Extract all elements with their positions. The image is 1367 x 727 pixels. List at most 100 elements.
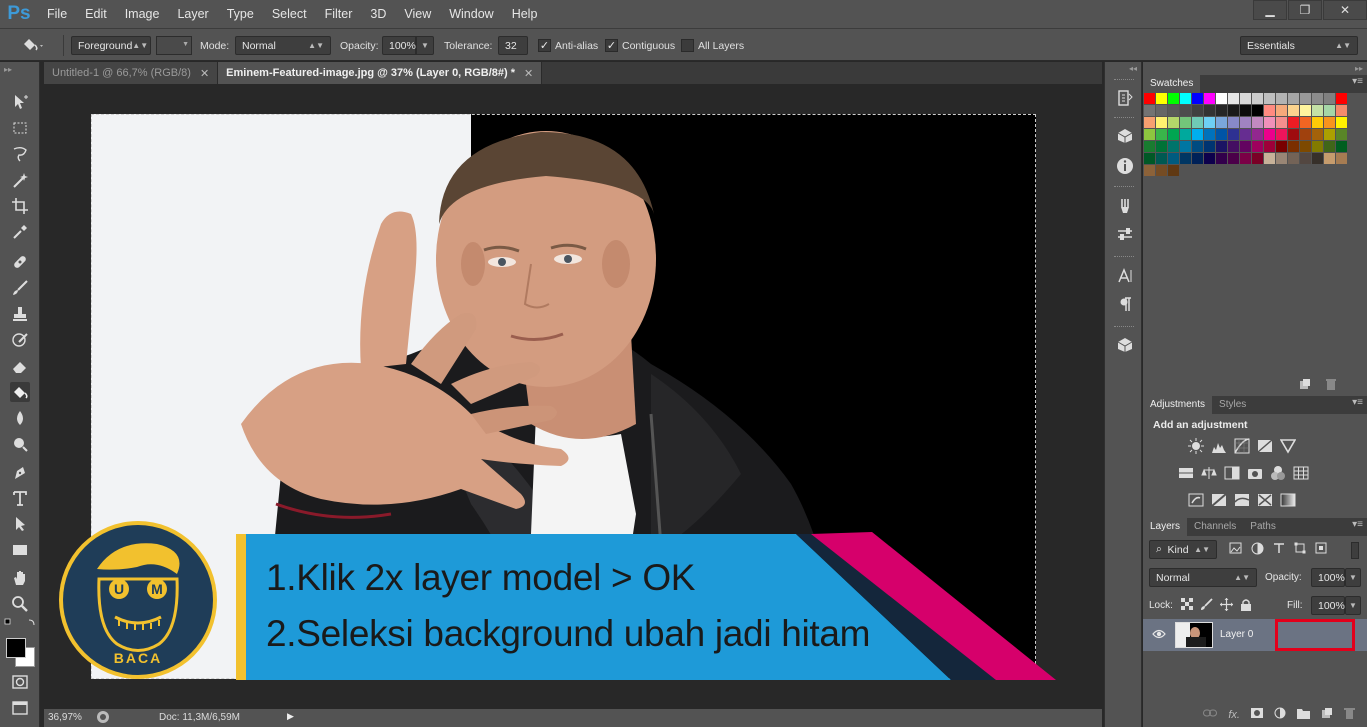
color-swatch[interactable] — [1312, 105, 1323, 116]
color-swatch[interactable] — [1252, 117, 1263, 128]
character-panel-icon[interactable] — [1115, 266, 1135, 286]
fill-input[interactable]: 100% — [1311, 596, 1345, 615]
color-swatch[interactable] — [1204, 105, 1215, 116]
contiguous-checkbox[interactable]: ✓ Contiguous — [605, 36, 675, 55]
color-swatch[interactable] — [1288, 93, 1299, 104]
color-swatch[interactable] — [1204, 129, 1215, 140]
color-swatch[interactable] — [1264, 129, 1275, 140]
color-swatch[interactable] — [1228, 141, 1239, 152]
exposure-icon[interactable] — [1256, 437, 1273, 454]
tolerance-input[interactable]: 32 — [498, 36, 528, 55]
color-swatch[interactable] — [1156, 141, 1167, 152]
color-lookup-icon[interactable] — [1292, 464, 1309, 481]
link-layers-icon[interactable] — [1203, 708, 1218, 721]
layer-filter-kind-select[interactable]: ⌕ Kind ▲▼ — [1149, 540, 1217, 559]
status-menu-arrow-icon[interactable]: ▶ — [287, 711, 294, 722]
info-panel-icon[interactable] — [1115, 156, 1135, 176]
color-swatch[interactable] — [1180, 153, 1191, 164]
restore-button[interactable]: ❐ — [1288, 0, 1322, 20]
dodge-tool-icon[interactable] — [10, 434, 30, 454]
color-swatch[interactable] — [1324, 153, 1335, 164]
lasso-tool-icon[interactable] — [10, 144, 30, 164]
pattern-picker[interactable]: ▼ — [156, 36, 192, 55]
tab-layers[interactable]: Layers — [1143, 518, 1188, 536]
color-swatch[interactable] — [1216, 93, 1227, 104]
lock-all-icon[interactable] — [1240, 598, 1252, 614]
tab-swatches[interactable]: Swatches — [1143, 75, 1201, 93]
filter-toggle[interactable] — [1351, 542, 1359, 559]
smart-object-filter-icon[interactable] — [1315, 542, 1327, 557]
color-swatch[interactable] — [1324, 141, 1335, 152]
color-swatch[interactable] — [1144, 141, 1155, 152]
color-swatch[interactable] — [1324, 93, 1335, 104]
color-swatch[interactable] — [1336, 105, 1347, 116]
color-swatch[interactable] — [1168, 165, 1179, 176]
color-swatch[interactable] — [1144, 105, 1155, 116]
color-swatch[interactable] — [1336, 93, 1347, 104]
magic-wand-tool-icon[interactable] — [10, 170, 30, 190]
panel-menu-icon[interactable]: ▾≡ — [1352, 397, 1363, 408]
history-panel-icon[interactable] — [1115, 88, 1135, 108]
zoom-level[interactable]: 36,97% — [48, 712, 82, 723]
vibrance-icon[interactable] — [1279, 437, 1296, 454]
color-swatch[interactable] — [1288, 105, 1299, 116]
tab-channels[interactable]: Channels — [1187, 518, 1243, 536]
color-swatch[interactable] — [1144, 93, 1155, 104]
color-swatch[interactable] — [1192, 153, 1203, 164]
color-swatch[interactable] — [1288, 153, 1299, 164]
adjustment-layer-filter-icon[interactable] — [1251, 542, 1264, 558]
photo-filter-icon[interactable] — [1246, 464, 1263, 481]
color-swatch[interactable] — [1276, 153, 1287, 164]
close-window-button[interactable]: ✕ — [1323, 0, 1367, 20]
blur-tool-icon[interactable] — [10, 408, 30, 428]
color-swatch[interactable] — [1300, 105, 1311, 116]
color-swatch[interactable] — [1156, 165, 1167, 176]
panel-menu-icon[interactable]: ▾≡ — [1352, 76, 1363, 87]
invert-icon[interactable] — [1187, 491, 1204, 508]
menu-window[interactable]: Window — [440, 0, 502, 28]
menu-file[interactable]: File — [38, 0, 76, 28]
paragraph-panel-icon[interactable] — [1115, 294, 1135, 314]
hand-tool-icon[interactable] — [10, 568, 30, 588]
color-swatch[interactable] — [1288, 129, 1299, 140]
menu-layer[interactable]: Layer — [168, 0, 217, 28]
menu-type[interactable]: Type — [218, 0, 263, 28]
collapse-arrows-icon[interactable]: ▸▸ — [1355, 64, 1363, 73]
workspace-select[interactable]: Essentials ▲▼ — [1240, 36, 1358, 55]
color-swatch[interactable] — [1156, 105, 1167, 116]
color-swatch[interactable] — [1204, 93, 1215, 104]
color-swatch[interactable] — [1228, 93, 1239, 104]
fill-source-select[interactable]: Foreground ▲▼ — [71, 36, 151, 55]
3d-panel-icon[interactable] — [1115, 126, 1135, 146]
color-swatch[interactable] — [1180, 117, 1191, 128]
opacity-input[interactable]: 100% — [382, 36, 416, 55]
mode-select[interactable]: Normal ▲▼ — [235, 36, 331, 55]
screen-mode-icon[interactable] — [10, 698, 30, 718]
color-swatch[interactable] — [1228, 117, 1239, 128]
pixel-layer-filter-icon[interactable] — [1229, 542, 1242, 557]
color-swatch[interactable] — [1252, 105, 1263, 116]
color-swatch[interactable] — [1204, 153, 1215, 164]
color-swatch[interactable] — [1180, 105, 1191, 116]
color-balance-icon[interactable] — [1200, 464, 1217, 481]
color-swatch[interactable] — [1192, 141, 1203, 152]
pen-tool-icon[interactable] — [10, 462, 30, 482]
3d-materials-icon[interactable] — [1115, 335, 1135, 355]
swap-colors-icon[interactable] — [3, 618, 37, 628]
collapse-arrows-icon[interactable]: ▸▸ — [4, 65, 12, 74]
healing-brush-tool-icon[interactable] — [10, 252, 30, 272]
blend-mode-select[interactable]: Normal ▲▼ — [1149, 568, 1257, 587]
new-layer-icon[interactable] — [1321, 707, 1333, 722]
color-swatch[interactable] — [1288, 141, 1299, 152]
type-layer-filter-icon[interactable] — [1273, 542, 1285, 557]
menu-image[interactable]: Image — [116, 0, 169, 28]
color-swatch[interactable] — [1336, 117, 1347, 128]
color-swatch[interactable] — [1252, 93, 1263, 104]
color-swatch[interactable] — [1324, 105, 1335, 116]
new-swatch-icon[interactable] — [1299, 378, 1311, 393]
color-swatch[interactable] — [1228, 153, 1239, 164]
color-swatch[interactable] — [1168, 141, 1179, 152]
new-group-icon[interactable] — [1297, 708, 1310, 722]
path-selection-tool-icon[interactable] — [10, 514, 30, 534]
color-swatch[interactable] — [1168, 117, 1179, 128]
